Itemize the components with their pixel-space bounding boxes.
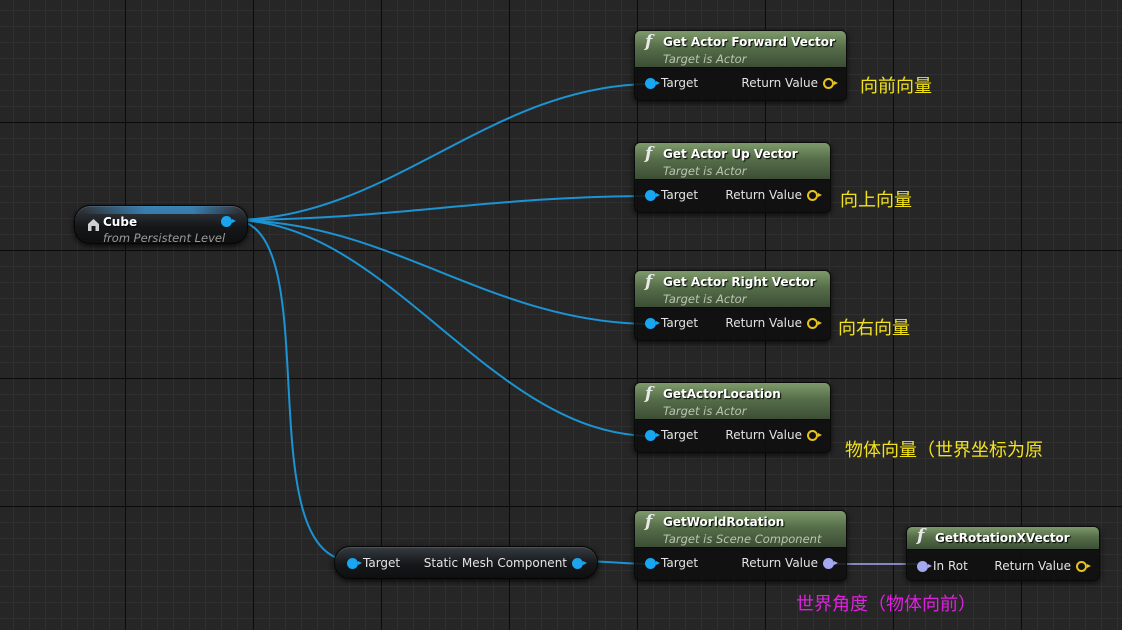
- node-subtitle: Target is Actor: [663, 404, 747, 418]
- component-target-label: Target: [363, 556, 401, 570]
- target-pin[interactable]: [645, 557, 660, 569]
- node-header: f GetRotationXVector: [907, 527, 1099, 550]
- in-rot-pin-row[interactable]: In Rot: [917, 559, 968, 573]
- return-value-label: Return Value: [994, 559, 1071, 573]
- wire-cube-to-up-vector: [231, 195, 653, 221]
- get-actor-location-node[interactable]: f GetActorLocation Target is Actor Targe…: [634, 382, 831, 453]
- target-pin[interactable]: [645, 429, 660, 441]
- return-value-pin[interactable]: [823, 557, 838, 569]
- function-icon: f: [917, 526, 925, 546]
- function-icon: f: [645, 272, 653, 292]
- node-subtitle: Target is Actor: [663, 52, 747, 66]
- target-pin[interactable]: [645, 77, 660, 89]
- return-value-pin[interactable]: [1076, 560, 1091, 572]
- node-subtitle: Target is Actor: [663, 292, 747, 306]
- cube-output-pin[interactable]: [221, 216, 236, 227]
- target-pin[interactable]: [645, 189, 660, 201]
- get-world-rotation-node[interactable]: f GetWorldRotation Target is Scene Compo…: [634, 510, 847, 581]
- function-icon: f: [645, 384, 653, 404]
- component-output-pin-row[interactable]: Static Mesh Component: [423, 556, 587, 570]
- return-value-label: Return Value: [725, 188, 802, 202]
- function-icon: f: [645, 144, 653, 164]
- return-value-label: Return Value: [741, 76, 818, 90]
- return-value-pin-row[interactable]: Return Value: [741, 76, 838, 90]
- target-pin-label: Target: [661, 188, 699, 202]
- return-value-pin-row[interactable]: Return Value: [741, 556, 838, 570]
- node-subtitle: Target is Scene Component: [663, 532, 822, 546]
- node-header: f Get Actor Forward Vector Target is Act…: [635, 31, 846, 68]
- return-value-pin[interactable]: [823, 77, 838, 89]
- target-pin-row[interactable]: Target: [645, 316, 698, 330]
- target-pin-label: Target: [661, 316, 699, 330]
- annotation-right-vector: 向右向量: [838, 318, 910, 339]
- component-target-pin[interactable]: [347, 557, 362, 569]
- return-value-pin[interactable]: [807, 429, 822, 441]
- target-pin-row[interactable]: Target: [645, 188, 698, 202]
- node-title: Get Actor Right Vector: [663, 275, 816, 289]
- node-header: f GetWorldRotation Target is Scene Compo…: [635, 511, 846, 548]
- node-subtitle: Target is Actor: [663, 164, 747, 178]
- node-header: f Get Actor Up Vector Target is Actor: [635, 143, 830, 180]
- target-pin-row[interactable]: Target: [645, 76, 698, 90]
- target-pin[interactable]: [645, 317, 660, 329]
- annotation-up-vector: 向上向量: [840, 190, 912, 211]
- static-mesh-component-node[interactable]: Target Static Mesh Component: [334, 546, 598, 579]
- return-value-pin[interactable]: [807, 189, 822, 201]
- get-actor-up-vector-node[interactable]: f Get Actor Up Vector Target is Actor Ta…: [634, 142, 831, 213]
- annotation-world-rotation: 世界角度（物体向前）: [796, 594, 976, 615]
- get-actor-forward-vector-node[interactable]: f Get Actor Forward Vector Target is Act…: [634, 30, 847, 101]
- target-pin-label: Target: [661, 556, 699, 570]
- wire-cube-to-right-vector: [231, 219, 653, 325]
- node-header: f Get Actor Right Vector Target is Actor: [635, 271, 830, 308]
- in-rot-pin[interactable]: [917, 560, 932, 572]
- function-icon: f: [645, 512, 653, 532]
- return-value-label: Return Value: [741, 556, 818, 570]
- target-pin-label: Target: [661, 76, 699, 90]
- get-rotation-x-vector-node[interactable]: f GetRotationXVector In Rot Return Value: [906, 526, 1100, 581]
- cube-actor-node[interactable]: Cube from Persistent Level: [74, 205, 248, 244]
- wire-cube-to-forward-vector: [231, 83, 653, 221]
- return-value-pin-row[interactable]: Return Value: [725, 188, 822, 202]
- return-value-label: Return Value: [725, 316, 802, 330]
- return-value-label: Return Value: [725, 428, 802, 442]
- annotation-forward-vector: 向前向量: [860, 76, 932, 97]
- return-value-pin-row[interactable]: Return Value: [994, 559, 1091, 573]
- cube-node-subtitle: from Persistent Level: [103, 231, 226, 244]
- cube-node-title: Cube: [103, 215, 138, 229]
- target-pin-row[interactable]: Target: [645, 428, 698, 442]
- node-title: GetRotationXVector: [935, 531, 1070, 545]
- actor-reference-icon: [88, 219, 99, 231]
- return-value-pin-row[interactable]: Return Value: [725, 316, 822, 330]
- wire-cube-to-component-target: [231, 219, 354, 562]
- component-output-pin[interactable]: [572, 557, 587, 569]
- component-output-label: Static Mesh Component: [423, 556, 567, 570]
- annotation-actor-location: 物体向量（世界坐标为原: [845, 440, 1043, 461]
- node-highlight: [83, 206, 239, 214]
- return-value-pin-row[interactable]: Return Value: [725, 428, 822, 442]
- target-pin-label: Target: [661, 428, 699, 442]
- node-title: GetActorLocation: [663, 387, 781, 401]
- component-target-pin-row[interactable]: Target: [347, 556, 400, 570]
- node-title: Get Actor Forward Vector: [663, 35, 835, 49]
- in-rot-label: In Rot: [933, 559, 968, 573]
- get-actor-right-vector-node[interactable]: f Get Actor Right Vector Target is Actor…: [634, 270, 831, 341]
- node-title: GetWorldRotation: [663, 515, 785, 529]
- wire-cube-to-actor-location: [231, 219, 653, 437]
- return-value-pin[interactable]: [807, 317, 822, 329]
- function-icon: f: [645, 32, 653, 52]
- node-title: Get Actor Up Vector: [663, 147, 798, 161]
- node-header: f GetActorLocation Target is Actor: [635, 383, 830, 420]
- target-pin-row[interactable]: Target: [645, 556, 698, 570]
